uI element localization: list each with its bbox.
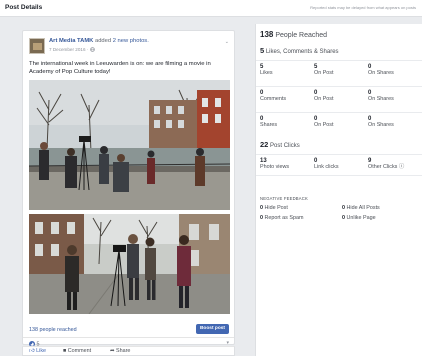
share-label: Share [116, 348, 131, 354]
comment-icon: ■ [63, 348, 67, 354]
likes-row: 5 Likes 5 On Post 0 On Shares [256, 60, 422, 82]
clicks-label: Post Clicks [270, 143, 300, 149]
unlike-page-stat: 0 Unlike Page [342, 215, 376, 221]
divider [23, 337, 234, 338]
likes-label: Likes [260, 70, 273, 76]
shares-on-post-label: On Post [314, 122, 334, 128]
chevron-down-icon[interactable]: ⌄ [225, 39, 229, 45]
post-text: The international week in Leeuwarden is … [29, 61, 211, 75]
page-title: Post Details [5, 4, 43, 11]
people-reached-link[interactable]: 138 people reached [29, 327, 77, 333]
engagement-label: Likes, Comments & Shares [265, 49, 339, 55]
comment-button[interactable]: ■ Comment [63, 348, 91, 354]
hide-all-posts-count: 0 [342, 205, 345, 211]
reach-count: 138 [260, 30, 274, 39]
clicks-row: 13 Photo views 0 Link clicks 9 Other Clicks… [256, 154, 422, 176]
like-label: Like [36, 348, 47, 354]
post-verb: added [94, 38, 112, 44]
reach-label: People Reached [275, 32, 328, 39]
share-button[interactable]: ➦ Share [110, 348, 130, 354]
post-photo-street[interactable] [29, 214, 230, 314]
other-clicks-label[interactable]: Other Clicks ⓘ [368, 164, 420, 171]
comments-on-post-label: On Post [314, 96, 334, 102]
comment-label: Comment [67, 348, 92, 354]
boost-post-button[interactable]: Boost post [196, 324, 229, 334]
unlike-page-label: Unlike Page [346, 215, 376, 221]
hide-post-label: Hide Post [264, 205, 288, 211]
shares-on-shares-label: On Shares [368, 122, 394, 128]
photos-link[interactable]: 2 new photos. [113, 38, 149, 44]
link-clicks-label: Link clicks [314, 164, 339, 170]
unlike-page-count: 0 [342, 215, 345, 221]
comments-row: 0 Comments 0 On Post 0 On Shares [256, 86, 422, 108]
like-button[interactable]: 👍︎ Like [29, 348, 46, 354]
report-spam-count: 0 [260, 215, 263, 221]
post-clicks-heading: 22 Post Clicks [260, 140, 300, 149]
page-header: Post Details Reported stats may be delay… [0, 0, 422, 17]
hide-post-count: 0 [260, 205, 263, 211]
globe-icon [89, 47, 95, 53]
engagement-heading: 5 Likes, Comments & Shares [260, 46, 339, 55]
report-spam-stat: 0 Report as Spam [260, 215, 303, 221]
clicks-count: 22 [260, 140, 269, 149]
comments-on-shares-label: On Shares [368, 96, 394, 102]
negative-feedback-heading: NEGATIVE FEEDBACK [260, 196, 308, 201]
post-actions: 👍︎ Like ■ Comment ➦ Share [22, 346, 235, 356]
post-date[interactable]: 7 December 2016 · [49, 47, 95, 53]
hide-post-stat: 0 Hide Post [260, 205, 288, 211]
shares-row: 0 Shares 0 On Post 0 On Shares [256, 112, 422, 134]
report-spam-label: Report as Spam [264, 215, 304, 221]
shares-label: Shares [260, 122, 278, 128]
post-card: Art Media TAMK added 2 new photos. 7 Dec… [22, 30, 235, 347]
page-avatar[interactable] [29, 38, 45, 54]
like-icon: 👍︎ [29, 348, 35, 354]
photo-views-label: Photo views [260, 164, 290, 170]
post-header: Art Media TAMK added 2 new photos. [49, 38, 149, 44]
share-icon: ➦ [110, 348, 115, 354]
delay-note: Reported stats may be delayed from what … [310, 5, 416, 10]
post-photo-canal[interactable] [29, 80, 230, 210]
hide-all-posts-stat: 0 Hide All Posts [342, 205, 380, 211]
post-date-text: 7 December 2016 · [49, 47, 89, 52]
people-reached-stat: 138 People Reached [260, 30, 327, 39]
hide-all-posts-label: Hide All Posts [346, 205, 380, 211]
author-link[interactable]: Art Media TAMK [49, 38, 93, 44]
engagement-count: 5 [260, 46, 265, 55]
comments-label: Comments [260, 96, 287, 102]
stats-panel: 138 People Reached 5 Likes, Comments & S… [255, 24, 422, 356]
likes-on-post-label: On Post [314, 70, 334, 76]
likes-on-shares-label: On Shares [368, 70, 394, 76]
